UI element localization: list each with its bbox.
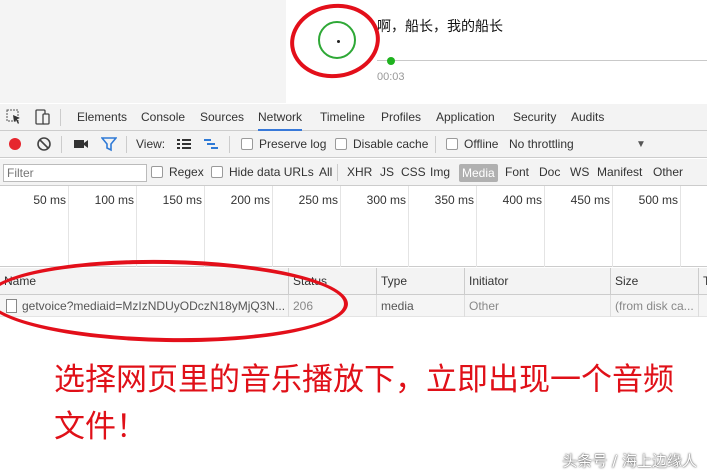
request-initiator: Other — [465, 295, 611, 317]
timeline-gridline — [204, 186, 205, 267]
devtools-tabbar: Elements Console Sources Network Timelin… — [0, 104, 707, 131]
column-type[interactable]: Type — [377, 268, 465, 295]
timeline-gridline — [272, 186, 273, 267]
column-name[interactable]: Name — [0, 268, 289, 295]
timeline-tick: 50 ms — [33, 193, 66, 207]
timeline-gridline — [476, 186, 477, 267]
timeline-tick: 150 ms — [162, 193, 202, 207]
tab-network[interactable]: Network — [258, 104, 303, 131]
separator — [126, 136, 127, 153]
disable-cache-checkbox[interactable] — [335, 138, 347, 150]
timeline-tick: 350 ms — [434, 193, 474, 207]
timeline-overview[interactable]: 50 ms 100 ms 150 ms 200 ms 250 ms 300 ms… — [0, 186, 707, 267]
cursor-icon[interactable] — [6, 109, 22, 125]
request-table-header: Name Status Type Initiator Size T — [0, 268, 707, 295]
waterfall-icon[interactable] — [203, 136, 219, 152]
type-filter-xhr[interactable]: XHR — [347, 159, 372, 186]
filter-input[interactable] — [3, 164, 147, 182]
type-filter-media[interactable]: Media — [459, 164, 498, 182]
type-filter-font[interactable]: Font — [505, 159, 529, 186]
type-filter-doc[interactable]: Doc — [539, 159, 560, 186]
timeline-tick: 200 ms — [230, 193, 270, 207]
network-toolbar: View: Preserve log Disable cache Offline… — [0, 131, 707, 158]
web-page-area: 啊，船长，我的船长 00:03 — [0, 0, 707, 103]
play-dot-icon — [337, 40, 340, 43]
column-status[interactable]: Status — [289, 268, 377, 295]
timeline-tick: 100 ms — [94, 193, 134, 207]
request-name[interactable]: getvoice?mediaid=MzIzNDUyODczN18yMjQ3N..… — [0, 295, 289, 317]
timeline-tick: 400 ms — [502, 193, 542, 207]
view-label: View: — [136, 137, 166, 151]
type-filter-css[interactable]: CSS — [401, 159, 426, 186]
timeline-gridline — [680, 186, 681, 267]
tab-application[interactable]: Application — [436, 104, 495, 131]
timeline-gridline — [136, 186, 137, 267]
type-filter-img[interactable]: Img — [430, 159, 450, 186]
regex-label: Regex — [169, 165, 204, 179]
separator — [60, 109, 61, 126]
table-row[interactable]: getvoice?mediaid=MzIzNDUyODczN18yMjQ3N..… — [0, 295, 707, 317]
filter-icon[interactable] — [101, 136, 117, 152]
timeline-gridline — [68, 186, 69, 267]
separator — [61, 136, 62, 153]
hide-data-urls-label: Hide data URLs — [229, 165, 314, 179]
disable-cache-label: Disable cache — [353, 137, 429, 151]
preserve-log-label: Preserve log — [259, 137, 327, 151]
song-title: 啊，船长，我的船长 — [377, 19, 503, 35]
timeline-tick: 250 ms — [298, 193, 338, 207]
record-icon[interactable] — [7, 136, 23, 152]
timeline-tick: 450 ms — [570, 193, 610, 207]
device-icon[interactable] — [34, 109, 50, 125]
request-status: 206 — [289, 295, 377, 317]
offline-checkbox[interactable] — [446, 138, 458, 150]
timeline-gridline — [612, 186, 613, 267]
column-size[interactable]: Size — [611, 268, 699, 295]
file-icon — [6, 299, 17, 313]
timeline-gridline — [544, 186, 545, 267]
clear-icon[interactable] — [36, 136, 52, 152]
throttling-select[interactable]: No throttling — [509, 131, 574, 158]
column-time[interactable]: T — [699, 268, 707, 295]
page-left-panel — [0, 0, 286, 103]
progress-track[interactable] — [377, 60, 707, 61]
watermark: 头条号 / 海上边缘人 — [562, 452, 697, 470]
hide-data-urls-checkbox[interactable] — [211, 166, 223, 178]
request-size: (from disk ca... — [611, 295, 699, 317]
large-rows-icon[interactable] — [176, 136, 192, 152]
tab-elements[interactable]: Elements — [77, 104, 127, 131]
timeline-gridline — [340, 186, 341, 267]
tab-sources[interactable]: Sources — [200, 104, 244, 131]
type-filter-other[interactable]: Other — [653, 159, 683, 186]
elapsed-time: 00:03 — [377, 71, 405, 83]
tab-timeline[interactable]: Timeline — [320, 104, 365, 131]
request-type: media — [377, 295, 465, 317]
column-initiator[interactable]: Initiator — [465, 268, 611, 295]
separator — [435, 136, 436, 153]
type-filter-all[interactable]: All — [319, 159, 332, 186]
separator — [229, 136, 230, 153]
offline-label: Offline — [464, 137, 499, 151]
preserve-log-checkbox[interactable] — [241, 138, 253, 150]
tab-audits[interactable]: Audits — [571, 104, 604, 131]
tab-profiles[interactable]: Profiles — [381, 104, 421, 131]
progress-knob[interactable] — [387, 57, 395, 65]
annotation-text: 选择网页里的音乐播放下，立即出现一个音频文件！ — [54, 362, 674, 445]
type-filter-js[interactable]: JS — [380, 159, 394, 186]
timeline-tick: 300 ms — [366, 193, 406, 207]
camera-icon[interactable] — [73, 136, 89, 152]
request-time — [699, 295, 707, 317]
regex-checkbox[interactable] — [151, 166, 163, 178]
type-filter-manifest[interactable]: Manifest — [597, 159, 642, 186]
separator — [337, 164, 338, 181]
chevron-down-icon[interactable]: ▼ — [636, 131, 646, 158]
tab-console[interactable]: Console — [141, 104, 185, 131]
play-button[interactable] — [318, 21, 356, 59]
type-filter-ws[interactable]: WS — [570, 159, 589, 186]
tab-security[interactable]: Security — [513, 104, 556, 131]
timeline-gridline — [408, 186, 409, 267]
timeline-tick: 500 ms — [638, 193, 678, 207]
